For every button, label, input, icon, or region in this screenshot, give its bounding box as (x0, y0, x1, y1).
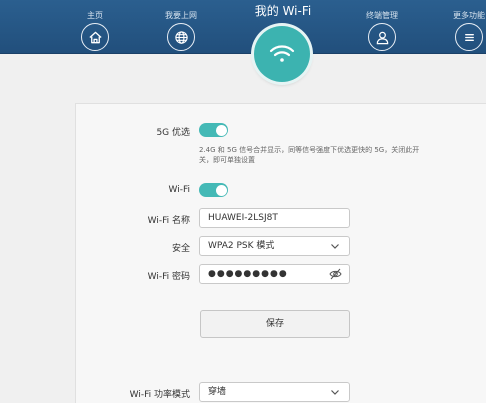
nav-internet-label: 我要上网 (165, 11, 197, 20)
power-mode-label: Wi-Fi 功率模式 (129, 390, 190, 400)
nav-more[interactable]: 更多功能 (441, 0, 486, 54)
page-title: 我的 Wi-Fi (254, 4, 312, 18)
wifi-icon[interactable] (254, 26, 310, 82)
ssid-input[interactable]: HUAWEI-2LSJ8T (199, 208, 350, 228)
nav-devices[interactable]: 终端管理 (354, 0, 410, 54)
security-select[interactable]: WPA2 PSK 模式 (199, 236, 350, 256)
security-label: 安全 (171, 244, 190, 254)
band-priority-hint: 2.4G 和 5G 信号合并显示，同等信号强度下优选更快的 5G，关闭此开关，即… (199, 146, 420, 164)
toggle-knob (215, 184, 227, 196)
chevron-down-icon (331, 390, 339, 395)
security-value: WPA2 PSK 模式 (208, 241, 275, 251)
nav-more-label: 更多功能 (453, 11, 485, 20)
password-value: ●●●●●●●●● (208, 269, 288, 279)
nav-devices-label: 终端管理 (366, 11, 398, 20)
user-icon[interactable] (368, 23, 396, 51)
ssid-label: Wi-Fi 名称 (147, 216, 190, 226)
nav-internet[interactable]: 我要上网 (153, 0, 209, 54)
wifi-toggle[interactable] (199, 183, 228, 197)
ssid-value: HUAWEI-2LSJ8T (208, 213, 278, 223)
home-icon[interactable] (81, 23, 109, 51)
menu-icon[interactable] (455, 23, 483, 51)
save-button[interactable]: 保存 (200, 310, 350, 338)
toggle-knob (215, 124, 227, 136)
nav-home-label: 主页 (87, 11, 103, 20)
power-mode-select[interactable]: 穿墙 (199, 382, 350, 402)
wifi-label: Wi-Fi (168, 185, 190, 195)
globe-icon[interactable] (167, 23, 195, 51)
eye-hidden-icon[interactable] (329, 268, 342, 280)
password-label: Wi-Fi 密码 (147, 272, 190, 282)
nav-home[interactable]: 主页 (67, 0, 123, 54)
band-priority-toggle[interactable] (199, 123, 228, 137)
power-mode-value: 穿墙 (208, 387, 227, 397)
password-input[interactable]: ●●●●●●●●● (199, 264, 350, 284)
chevron-down-icon (331, 244, 339, 249)
top-nav-bar: 主页 我要上网 我的 Wi-Fi 终端管理 更多功能 (0, 0, 486, 54)
band-priority-label: 5G 优选 (156, 128, 190, 138)
